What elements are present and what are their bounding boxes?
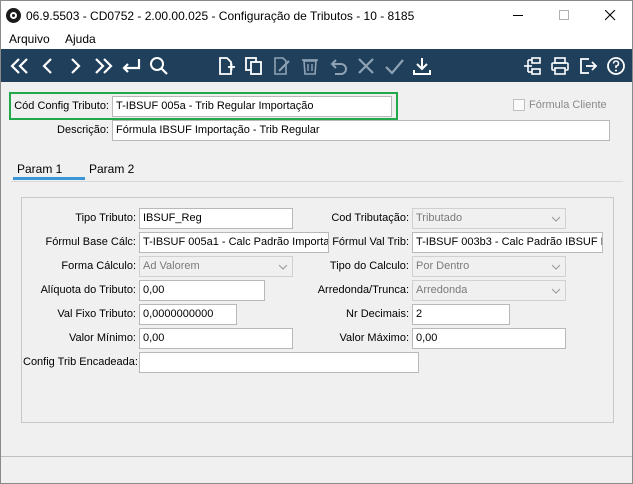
tipo-calculo-label: Tipo do Calculo:: [329, 260, 409, 272]
forma-calculo-label: Forma Cálculo:: [61, 260, 136, 272]
tab-param-2[interactable]: Param 2: [89, 162, 134, 176]
copy-icon: [245, 57, 262, 75]
forma-calculo-select[interactable]: Ad Valorem: [139, 256, 293, 277]
confirm-button[interactable]: [381, 53, 407, 79]
new-document-button[interactable]: [213, 53, 239, 79]
last-record-button[interactable]: [90, 53, 116, 79]
edit-button[interactable]: [269, 53, 295, 79]
return-button[interactable]: [118, 53, 144, 79]
undo-icon: [330, 59, 347, 75]
cancel-icon: [358, 58, 374, 74]
new-document-icon: [219, 57, 235, 75]
cod-tributacao-value: Tributado: [416, 212, 463, 224]
menu-bar: Arquivo Ajuda: [1, 30, 632, 49]
cod-config-label: Cód Config Tributo:: [14, 100, 109, 112]
first-record-icon: [10, 58, 28, 74]
nr-decimais-label: Nr Decimais:: [346, 308, 409, 320]
exit-button[interactable]: [575, 53, 601, 79]
chevron-down-icon: [279, 264, 287, 270]
forma-calculo-value: Ad Valorem: [143, 260, 200, 272]
first-record-button[interactable]: [7, 53, 33, 79]
cod-tributacao-select[interactable]: Tributado: [412, 208, 566, 229]
maximize-icon: [558, 10, 569, 20]
valor-minimo-field[interactable]: 0,00: [139, 328, 293, 349]
print-icon: [551, 57, 569, 75]
formula-cliente-checkbox[interactable]: [513, 99, 525, 111]
descricao-field[interactable]: Fórmula IBSUF Importação - Trib Regular: [112, 120, 610, 141]
delete-button[interactable]: [297, 53, 323, 79]
hierarchy-icon: [524, 57, 541, 75]
help-icon: [607, 57, 625, 75]
valor-maximo-field[interactable]: 0,00: [412, 328, 566, 349]
config-trib-label: Config Trib Encadeada:: [23, 356, 138, 368]
formul-val-trib-label: Fórmul Val Trib:: [332, 236, 409, 248]
copy-button[interactable]: [241, 53, 267, 79]
tabs-divider: [11, 181, 623, 182]
tipo-calculo-select[interactable]: Por Dentro: [412, 256, 566, 277]
minimize-icon: [512, 15, 523, 16]
chevron-down-icon: [552, 264, 560, 270]
exit-icon: [580, 58, 598, 74]
edit-icon: [274, 57, 290, 75]
tipo-calculo-value: Por Dentro: [416, 260, 470, 272]
aliquota-label: Alíquota do Tributo:: [40, 284, 136, 296]
last-record-icon: [95, 58, 113, 74]
cod-tributacao-label: Cod Tributação:: [331, 212, 409, 224]
nr-decimais-field[interactable]: 2: [412, 304, 510, 325]
previous-record-icon: [42, 58, 52, 74]
cod-config-field[interactable]: T-IBSUF 005a - Trib Regular Importação: [112, 96, 392, 117]
title-bar: 06.9.5503 - CD0752 - 2.00.00.025 - Confi…: [1, 1, 632, 30]
val-fixo-label: Val Fixo Tributo:: [57, 308, 136, 320]
formul-val-trib-field[interactable]: T-IBSUF 003b3 - Calc Padrão IBSUF Re: [412, 232, 603, 253]
print-button[interactable]: [547, 53, 573, 79]
arredonda-select[interactable]: Arredonda: [412, 280, 566, 301]
maximize-button[interactable]: [541, 1, 587, 30]
toolbar: [1, 49, 632, 82]
chevron-down-icon: [552, 288, 560, 294]
window-title: 06.9.5503 - CD0752 - 2.00.00.025 - Confi…: [26, 9, 415, 23]
status-bar-divider: [1, 456, 632, 457]
download-icon: [413, 58, 431, 75]
next-record-icon: [71, 58, 81, 74]
delete-icon: [302, 59, 318, 75]
close-icon: [604, 10, 615, 21]
search-icon: [150, 57, 168, 75]
close-button[interactable]: [587, 1, 633, 30]
hierarchy-button[interactable]: [519, 53, 545, 79]
descricao-label: Descrição:: [57, 124, 109, 136]
previous-record-button[interactable]: [35, 53, 61, 79]
val-fixo-field[interactable]: 0,0000000000: [139, 304, 237, 325]
active-tab-indicator: [13, 177, 85, 180]
valor-minimo-label: Valor Mínimo:: [68, 332, 136, 344]
menu-arquivo[interactable]: Arquivo: [9, 32, 50, 46]
search-button[interactable]: [146, 53, 172, 79]
aliquota-field[interactable]: 0,00: [139, 280, 265, 301]
confirm-icon: [385, 59, 404, 75]
cancel-button[interactable]: [353, 53, 379, 79]
help-button[interactable]: [603, 53, 629, 79]
main-window: 06.9.5503 - CD0752 - 2.00.00.025 - Confi…: [0, 0, 633, 484]
next-record-button[interactable]: [62, 53, 88, 79]
minimize-button[interactable]: [495, 1, 541, 30]
tipo-tributo-field[interactable]: IBSUF_Reg: [139, 208, 293, 229]
tab-param-1[interactable]: Param 1: [17, 162, 62, 176]
tipo-tributo-label: Tipo Tributo:: [75, 212, 136, 224]
arredonda-label: Arredonda/Trunca:: [317, 284, 409, 296]
config-trib-field[interactable]: [139, 352, 419, 373]
download-button[interactable]: [409, 53, 435, 79]
undo-button[interactable]: [325, 53, 351, 79]
valor-maximo-label: Valor Máximo:: [339, 332, 409, 344]
app-logo-icon: [6, 8, 21, 23]
menu-ajuda[interactable]: Ajuda: [65, 32, 96, 46]
arredonda-value: Arredonda: [416, 284, 468, 296]
formula-cliente-label: Fórmula Cliente: [529, 99, 607, 111]
return-icon: [122, 59, 141, 73]
chevron-down-icon: [552, 216, 560, 222]
formul-base-calc-label: Fórmul Base Cálc:: [45, 236, 136, 248]
